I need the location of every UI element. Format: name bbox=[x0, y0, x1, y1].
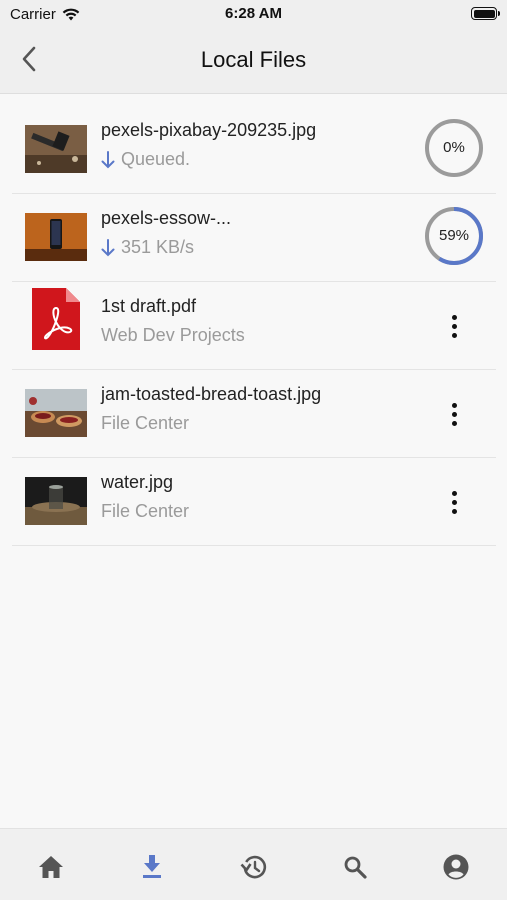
tab-account[interactable] bbox=[438, 849, 474, 885]
file-name: pexels-essow-... bbox=[101, 208, 232, 228]
navigation-bar: Local Files bbox=[0, 28, 507, 94]
status-label: 351 KB/s bbox=[121, 237, 195, 257]
progress-percent: 0% bbox=[443, 139, 465, 156]
download-icon bbox=[143, 855, 161, 878]
clock: 6:28 AM bbox=[225, 5, 282, 22]
page-title: Local Files bbox=[200, 47, 307, 72]
download-progress[interactable]: 0% bbox=[424, 118, 484, 178]
tab-search[interactable] bbox=[337, 849, 373, 885]
tab-history[interactable] bbox=[236, 849, 272, 885]
more-options-button[interactable] bbox=[442, 398, 466, 430]
download-arrow-icon bbox=[101, 150, 115, 168]
location-label: File Center bbox=[101, 413, 190, 433]
file-name: water.jpg bbox=[101, 472, 174, 492]
location-label: File Center bbox=[101, 501, 190, 521]
file-row[interactable]: 1st draft.pdf Web Dev Projects bbox=[12, 282, 496, 370]
account-icon bbox=[443, 854, 469, 880]
more-options-button[interactable] bbox=[442, 310, 466, 342]
status-label: Queued. bbox=[121, 149, 191, 169]
pdf-icon bbox=[32, 288, 80, 350]
history-icon bbox=[240, 855, 267, 879]
file-location: File Center bbox=[101, 501, 189, 522]
image-thumbnail bbox=[25, 125, 87, 173]
status-bar: Carrier 6:28 AM bbox=[0, 0, 507, 28]
screen: Carrier 6:28 AM Local Files pexels-pixab… bbox=[0, 0, 507, 900]
file-location: Web Dev Projects bbox=[101, 325, 245, 346]
file-status: 351 KB/s bbox=[101, 237, 194, 258]
tab-downloads[interactable] bbox=[134, 849, 170, 885]
home-icon bbox=[39, 856, 63, 878]
more-vertical-icon bbox=[451, 402, 457, 408]
file-status: Queued. bbox=[101, 149, 190, 170]
progress-percent: 59% bbox=[438, 227, 470, 244]
more-vertical-icon bbox=[451, 314, 457, 320]
file-location: File Center bbox=[101, 413, 189, 434]
download-arrow-icon bbox=[101, 238, 115, 256]
file-row[interactable]: pexels-essow-... 351 KB/s 59% bbox=[12, 194, 496, 282]
tab-home[interactable] bbox=[33, 849, 69, 885]
file-row[interactable]: water.jpg File Center bbox=[12, 458, 496, 546]
file-list: pexels-pixabay-209235.jpg Queued. 0% pex… bbox=[12, 106, 496, 546]
location-label: Web Dev Projects bbox=[101, 325, 245, 345]
search-icon bbox=[344, 856, 367, 879]
more-options-button[interactable] bbox=[442, 486, 466, 518]
image-thumbnail bbox=[25, 213, 87, 261]
tab-bar bbox=[0, 828, 507, 900]
file-name: 1st draft.pdf bbox=[101, 296, 197, 316]
download-progress[interactable]: 59% bbox=[424, 206, 484, 266]
battery-icon bbox=[471, 7, 500, 20]
image-thumbnail bbox=[25, 477, 87, 525]
file-name: jam-toasted-bread-toast.jpg bbox=[101, 384, 322, 404]
file-row[interactable]: pexels-pixabay-209235.jpg Queued. 0% bbox=[12, 106, 496, 194]
image-thumbnail bbox=[25, 389, 87, 437]
file-row[interactable]: jam-toasted-bread-toast.jpg File Center bbox=[12, 370, 496, 458]
file-name: pexels-pixabay-209235.jpg bbox=[101, 120, 317, 140]
more-vertical-icon bbox=[451, 490, 457, 496]
